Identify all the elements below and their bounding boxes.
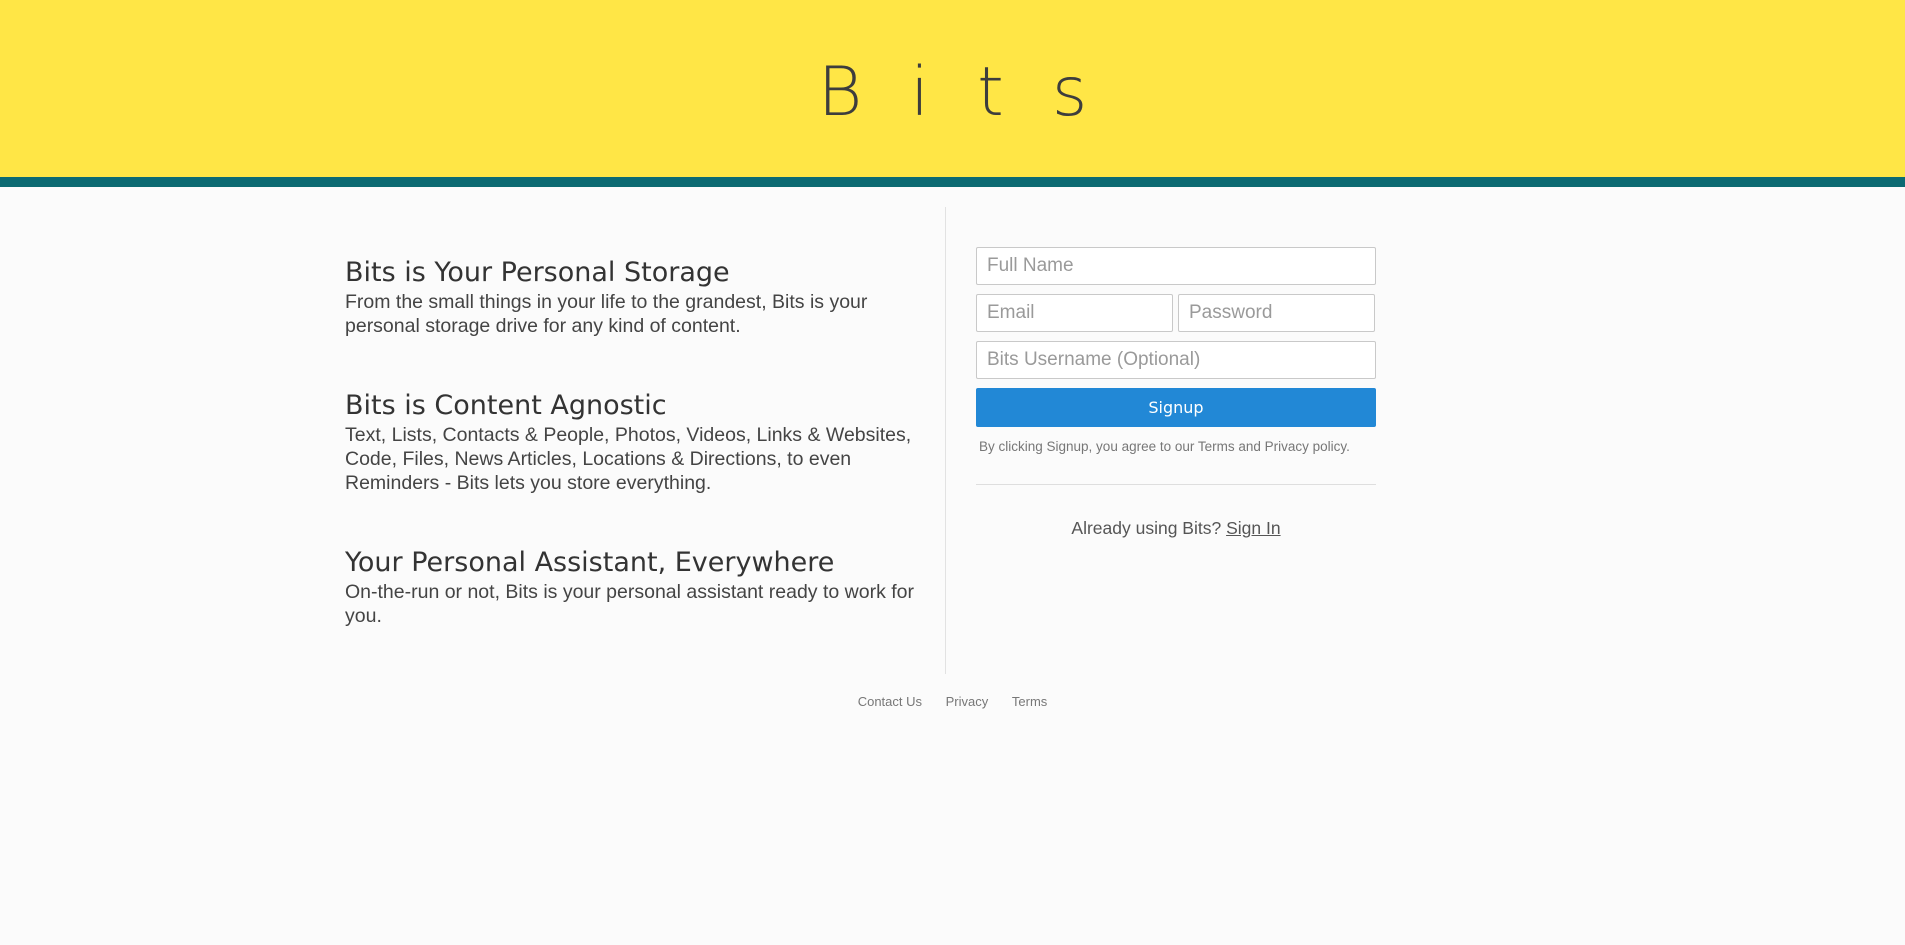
- footer-link-terms[interactable]: Terms: [1012, 694, 1047, 709]
- footer-link-privacy[interactable]: Privacy: [946, 694, 989, 709]
- password-input[interactable]: [1178, 294, 1375, 332]
- feature-title: Bits is Content Agnostic: [345, 390, 667, 421]
- main-content: Bits is Your Personal Storage From the s…: [0, 187, 1905, 707]
- feature-content-agnostic: Bits is Content Agnostic Text, Lists, Co…: [345, 390, 935, 495]
- signup-form: Signup By clicking Signup, you agree to …: [976, 247, 1376, 539]
- vertical-divider: [945, 207, 946, 674]
- signin-prompt-line: Already using Bits? Sign In: [976, 518, 1376, 539]
- site-header: Bits: [0, 0, 1905, 177]
- site-logo: Bits: [817, 53, 1136, 132]
- feature-description: Text, Lists, Contacts & People, Photos, …: [345, 424, 912, 494]
- feature-description: On-the-run or not, Bits is your personal…: [345, 581, 914, 627]
- signup-button[interactable]: Signup: [976, 388, 1376, 427]
- legal-notice: By clicking Signup, you agree to our Ter…: [979, 439, 1350, 454]
- feature-title: Bits is Your Personal Storage: [345, 257, 730, 288]
- signin-prompt: Already using Bits?: [1071, 518, 1222, 538]
- username-input[interactable]: [976, 341, 1376, 379]
- feature-title: Your Personal Assistant, Everywhere: [345, 547, 835, 578]
- footer-link-contact[interactable]: Contact Us: [858, 694, 922, 709]
- credentials-row: [976, 294, 1376, 341]
- features-list: Bits is Your Personal Storage From the s…: [345, 257, 935, 680]
- feature-assistant: Your Personal Assistant, Everywhere On-t…: [345, 547, 935, 628]
- fullname-input[interactable]: [976, 247, 1376, 285]
- form-divider: [976, 484, 1376, 485]
- site-footer: Contact Us Privacy Terms: [0, 694, 1905, 709]
- signin-link[interactable]: Sign In: [1226, 518, 1280, 538]
- email-input[interactable]: [976, 294, 1173, 332]
- feature-description: From the small things in your life to th…: [345, 291, 868, 337]
- feature-storage: Bits is Your Personal Storage From the s…: [345, 257, 935, 338]
- header-accent-bar: [0, 177, 1905, 187]
